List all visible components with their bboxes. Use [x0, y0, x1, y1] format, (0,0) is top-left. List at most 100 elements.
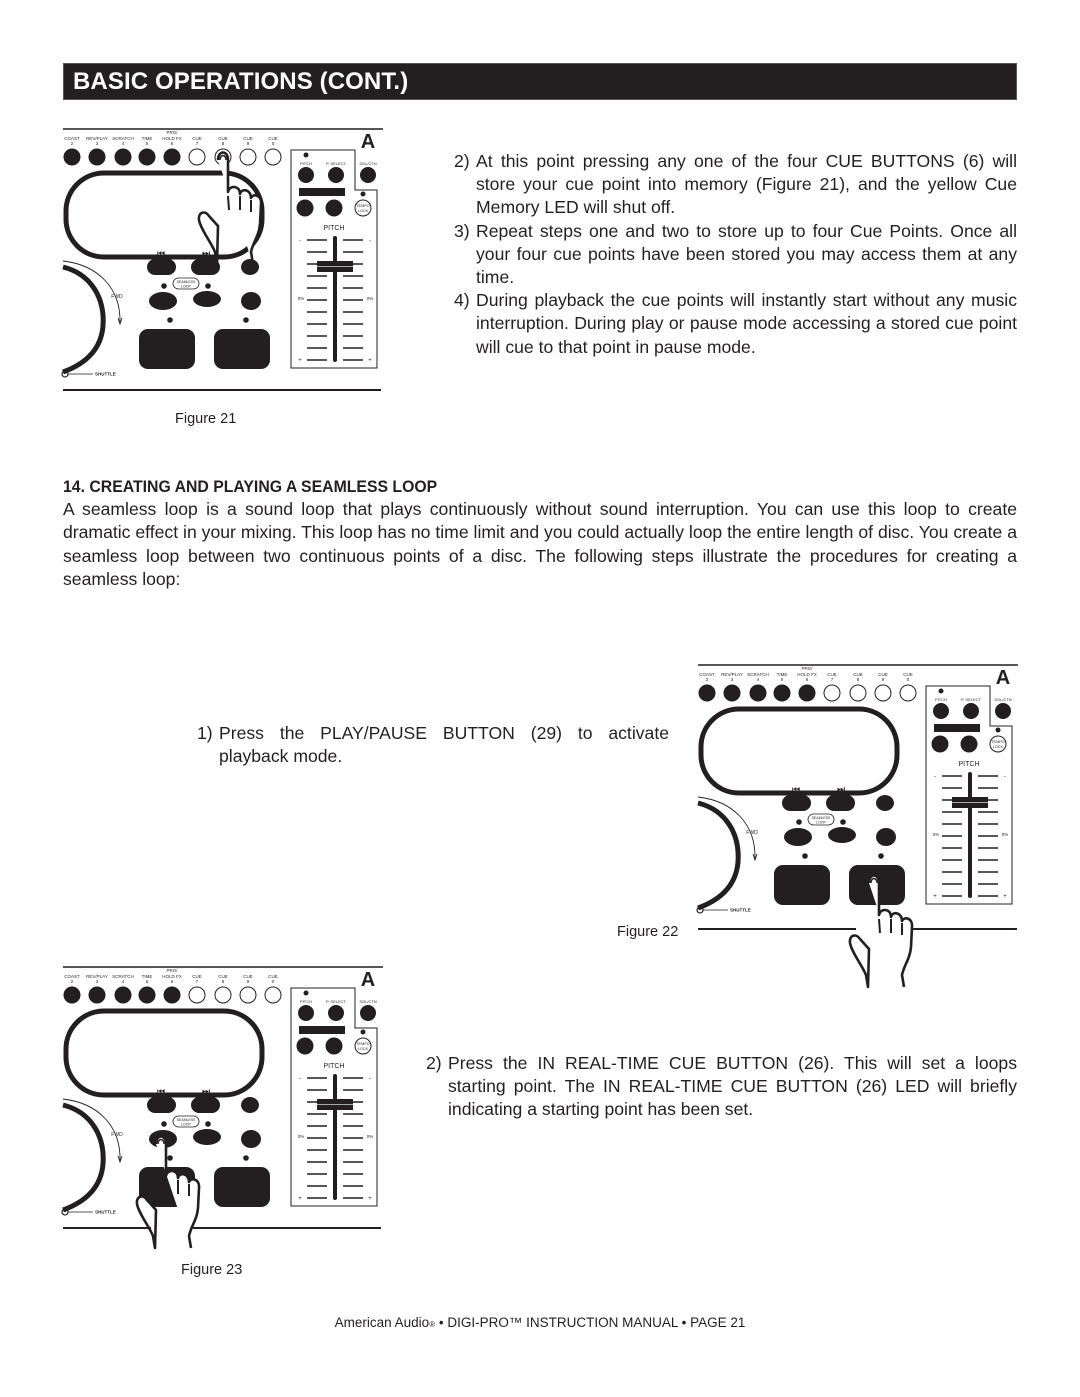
- pitch-button[interactable]: [298, 1005, 314, 1021]
- pitch-slider-title: PITCH: [324, 225, 345, 232]
- button-number: 5: [146, 141, 149, 146]
- coast-button[interactable]: [63, 986, 81, 1004]
- time-button[interactable]: [138, 148, 156, 166]
- time-button[interactable]: [138, 986, 156, 1004]
- button-number: 6: [171, 141, 174, 146]
- shuttle-label: SHUTTLE: [730, 908, 751, 913]
- cue-button[interactable]: [264, 148, 282, 166]
- dtm-fx-button[interactable]: [241, 1097, 259, 1113]
- figure-21-diagram: A COAST 2 REV/PLAY 3 SCRATCH 4 TIME 5 PRG/HOLD FX…: [61, 128, 383, 390]
- scratch-button[interactable]: [114, 986, 132, 1004]
- cue-button[interactable]: [849, 684, 867, 702]
- button-number: 0: [272, 141, 275, 146]
- step-number: 3): [454, 220, 470, 241]
- time-button[interactable]: [773, 684, 791, 702]
- p-select-button[interactable]: [963, 703, 979, 719]
- track-back-icon: ⏮: [157, 1086, 165, 1096]
- page-title: BASIC OPERATIONS (CONT.): [73, 68, 409, 95]
- track-back-button[interactable]: [147, 259, 176, 275]
- scale-zero-left: 0%: [933, 832, 940, 837]
- sgl-ctn-button[interactable]: [995, 703, 1011, 719]
- revplay-button[interactable]: [88, 148, 106, 166]
- scale-minus-right: -: [369, 238, 371, 244]
- p-select-button[interactable]: [328, 167, 344, 183]
- in-label: IN: [161, 294, 165, 298]
- jog-wheel: FWD SHUTTLE: [61, 1098, 123, 1216]
- scale-plus-right: +: [368, 358, 372, 364]
- cue-button[interactable]: [823, 684, 841, 702]
- sgl-ctn-button[interactable]: [360, 1005, 376, 1021]
- tempo-lock-label: LOCK: [993, 745, 1004, 749]
- track-back-icon: ⏮: [792, 784, 800, 794]
- tempo-lock-button[interactable]: [354, 199, 372, 217]
- button-number: 5: [146, 979, 149, 984]
- track-forward-button[interactable]: [826, 795, 855, 811]
- in-led: [161, 1121, 167, 1127]
- scale-minus-left: -: [299, 1076, 301, 1082]
- reloop-button[interactable]: [241, 1130, 261, 1148]
- top-button-5: PRG/HOLD FX6: [162, 968, 182, 1004]
- track-forward-button[interactable]: [191, 1097, 220, 1113]
- cue-button[interactable]: [239, 148, 257, 166]
- sgl-ctn-label: SGL/CTN: [359, 161, 376, 166]
- cue-button-label: CUE: [151, 342, 183, 359]
- cue-button[interactable]: [899, 684, 917, 702]
- scale-zero-right: 0%: [367, 296, 374, 301]
- sgl-ctn-button[interactable]: [360, 167, 376, 183]
- pitch-button[interactable]: [298, 167, 314, 183]
- tempo-lock-led: [360, 1029, 366, 1035]
- revplay-button[interactable]: [88, 986, 106, 1004]
- cue-button[interactable]: [188, 148, 206, 166]
- scratch-button[interactable]: [749, 684, 767, 702]
- pitch-button-label: PITCH: [300, 161, 312, 166]
- dtm-fx-button[interactable]: [241, 259, 259, 275]
- coast-button[interactable]: [698, 684, 716, 702]
- scale-minus-left: -: [934, 774, 936, 780]
- figure-23-rule-left: [63, 1227, 151, 1229]
- button-number: 7: [196, 141, 199, 146]
- pitch-button-label: PITCH: [300, 999, 312, 1004]
- track-back-button[interactable]: [147, 1097, 176, 1113]
- dtm-fx-button[interactable]: [876, 795, 894, 811]
- tempo-lock-button[interactable]: [989, 735, 1007, 753]
- cue-button-label: CUE: [786, 878, 818, 895]
- figure-21-rule: [63, 389, 381, 391]
- top-button-5: PRG/HOLD FX6: [162, 130, 182, 166]
- tempo-lock-button[interactable]: [354, 1037, 372, 1055]
- cue-button[interactable]: [264, 986, 282, 1004]
- top-button-3: SCRATCH4: [112, 974, 134, 1004]
- step-number: 1): [197, 723, 213, 743]
- pitch-button[interactable]: [933, 703, 949, 719]
- holdfx-button[interactable]: [163, 148, 181, 166]
- figure-22-diagram: A COAST 2 REV/PLAY 3 SCRATCH 4 TIME 5 PRG/HOLD FX…: [696, 664, 1018, 989]
- reloop-button[interactable]: [876, 828, 896, 846]
- cue-button[interactable]: [214, 986, 232, 1004]
- scale-plus-right: +: [368, 1196, 372, 1202]
- top-button-9: CUE0: [264, 136, 282, 166]
- reloop-label: RELOOP: [244, 1135, 259, 1139]
- scratch-button[interactable]: [114, 148, 132, 166]
- cue-button[interactable]: [874, 684, 892, 702]
- pitch-panel: PITCH P. SELECT SGL/CTN PITCH BEND − + TEMPOLO…: [290, 987, 378, 1207]
- figure-22-caption: Figure 22: [617, 924, 679, 940]
- cue-button[interactable]: [188, 986, 206, 1004]
- button-number: 6: [171, 979, 174, 984]
- reloop-button[interactable]: [241, 292, 261, 310]
- sgl-ctn-label: SGL/CTN: [994, 697, 1011, 702]
- scale-minus-right: -: [1004, 774, 1006, 780]
- fwd-label: FWD: [746, 830, 758, 836]
- top-button-3: SCRATCH4: [747, 672, 769, 702]
- holdfx-button[interactable]: [798, 684, 816, 702]
- holdfx-button[interactable]: [163, 986, 181, 1004]
- cue-button[interactable]: [239, 986, 257, 1004]
- p-select-button[interactable]: [328, 1005, 344, 1021]
- revplay-button[interactable]: [723, 684, 741, 702]
- out-exit-label: OUT/EXIT: [833, 834, 851, 838]
- track-back-button[interactable]: [782, 795, 811, 811]
- section-header-bar: BASIC OPERATIONS (CONT.): [63, 63, 1017, 100]
- coast-button[interactable]: [63, 148, 81, 166]
- reloop-label: RELOOP: [244, 297, 259, 301]
- dtm-fx-label: FX: [248, 1106, 253, 1110]
- scale-plus-left: +: [298, 358, 302, 364]
- in-led: [796, 819, 802, 825]
